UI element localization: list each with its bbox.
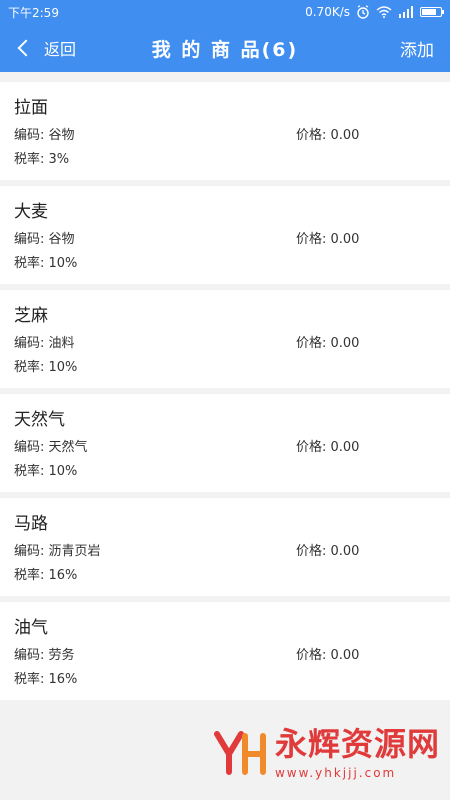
product-code: 编码: 谷物 [14,232,75,247]
product-price: 价格: 0.00 [296,336,360,351]
product-name: 马路 [14,514,48,534]
alarm-icon [357,5,369,19]
product-item[interactable]: 芝麻 编码: 油料 价格: 0.00 税率: 10% [0,290,450,388]
product-price: 价格: 0.00 [296,232,360,247]
product-code: 编码: 劳务 [14,648,75,663]
product-item[interactable]: 大麦 编码: 谷物 价格: 0.00 税率: 10% [0,186,450,284]
signal-icon [399,6,413,18]
product-tax: 税率: 10% [14,360,78,375]
watermark-logo [213,731,266,775]
product-code: 编码: 天然气 [14,440,88,455]
product-item[interactable]: 油气 编码: 劳务 价格: 0.00 税率: 16% [0,602,450,700]
product-tax: 税率: 3% [14,152,70,167]
status-bar: 下午2:59 0.70K/s [0,0,450,24]
product-price: 价格: 0.00 [296,648,360,663]
network-speed: 0.70K/s [305,5,350,19]
product-name: 天然气 [14,410,65,430]
status-icons: 0.70K/s [305,5,444,19]
product-item[interactable]: 马路 编码: 沥青页岩 价格: 0.00 税率: 16% [0,498,450,596]
page-title: 我 的 商 品(6) [151,38,299,61]
battery-icon [420,7,444,17]
product-tax: 税率: 16% [14,568,78,583]
product-tax: 税率: 10% [14,256,78,271]
product-tax: 税率: 10% [14,464,78,479]
watermark: 永辉资源网 www.yhkjjj.com [211,726,440,780]
product-name: 大麦 [14,202,48,222]
product-item[interactable]: 天然气 编码: 天然气 价格: 0.00 税率: 10% [0,394,450,492]
product-code: 编码: 沥青页岩 [14,544,101,559]
product-name: 拉面 [14,98,48,118]
add-button[interactable]: 添加 [400,24,434,72]
product-tax: 税率: 16% [14,672,78,687]
status-time: 下午2:59 [8,5,59,20]
product-price: 价格: 0.00 [296,440,360,455]
product-price: 价格: 0.00 [296,128,360,143]
product-price: 价格: 0.00 [296,544,360,559]
product-code: 编码: 谷物 [14,128,75,143]
watermark-title: 永辉资源网 [274,725,440,763]
product-list: 拉面 编码: 谷物 价格: 0.00 税率: 3% 大麦 编码: 谷物 价格: … [0,82,450,706]
nav-bar: 返回 我 的 商 品(6) 添加 [0,24,450,72]
product-item[interactable]: 拉面 编码: 谷物 价格: 0.00 税率: 3% [0,82,450,180]
product-name: 油气 [14,618,48,638]
product-code: 编码: 油料 [14,336,75,351]
watermark-url: www.yhkjjj.com [274,766,397,780]
product-name: 芝麻 [14,306,48,326]
battery-level [422,9,436,15]
wifi-icon [376,6,392,18]
